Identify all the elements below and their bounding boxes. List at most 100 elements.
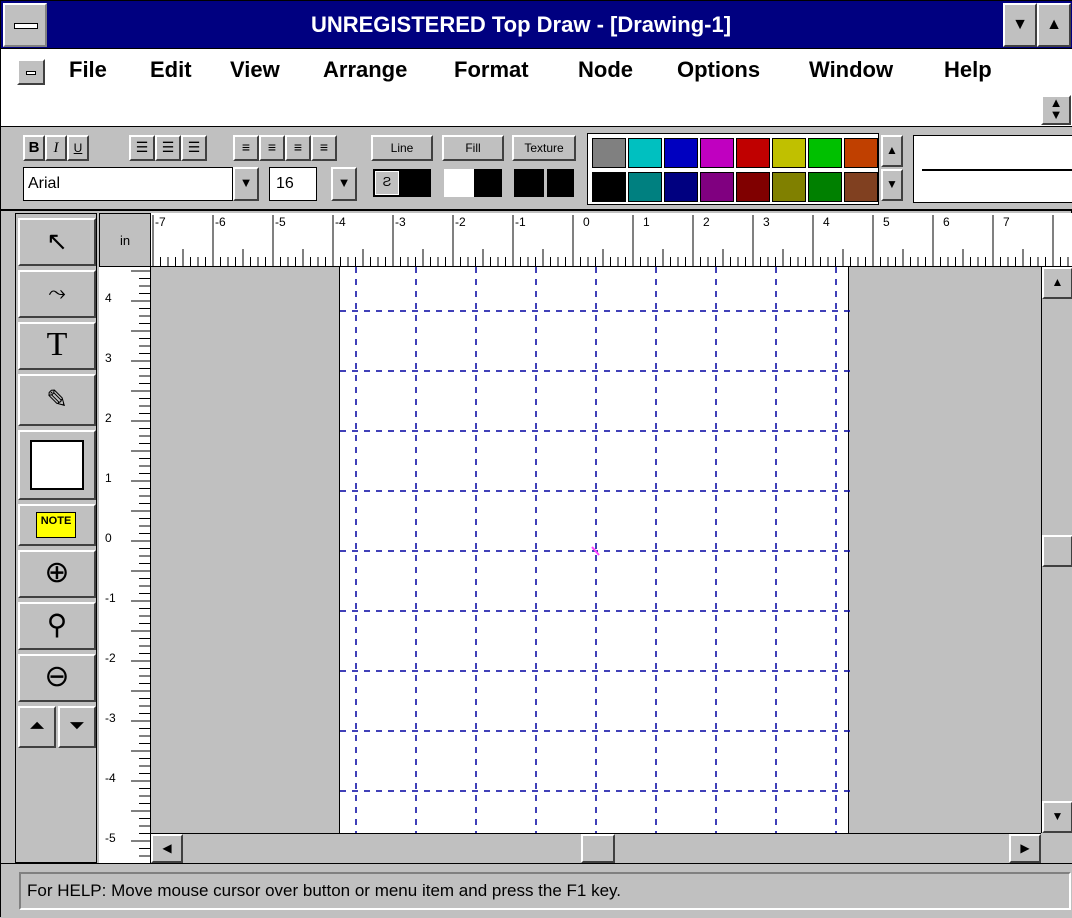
menu-arrange[interactable]: Arrange <box>323 57 407 83</box>
zoom-in-tool[interactable]: ⊕ <box>18 550 96 598</box>
palette-swatch[interactable] <box>628 172 662 202</box>
document-menu-button[interactable] <box>17 59 45 85</box>
text-tool[interactable]: T <box>18 322 96 370</box>
palette-scroll-down[interactable]: ▼ <box>881 169 903 201</box>
line-preview <box>913 135 1072 203</box>
font-size-field[interactable]: 16 <box>269 167 317 201</box>
maximize-button[interactable]: ▲ <box>1037 3 1071 47</box>
font-size-dropdown[interactable]: ▼ <box>331 167 357 201</box>
align-left-block-button[interactable]: ☰ <box>129 135 155 161</box>
menu-window[interactable]: Window <box>809 57 893 83</box>
scroll-right-button[interactable]: ▶ <box>1009 834 1041 863</box>
rectangle-icon <box>30 440 84 490</box>
ruler-label: 3 <box>763 215 770 229</box>
drawing-page[interactable] <box>339 267 850 833</box>
tool-palette: ↖ ⤳ T ✎ NOTE ⊕ ⚲ ⊖ ⏶ ⏷ <box>15 213 97 863</box>
texture-sample[interactable] <box>512 167 576 199</box>
zoom-out-tool[interactable]: ⊖ <box>18 654 96 702</box>
menu-scroll-spinner[interactable]: ▲ ▼ <box>1041 95 1071 125</box>
line-style-button[interactable]: Line <box>371 135 433 161</box>
palette-scroll-up[interactable]: ▲ <box>881 135 903 167</box>
align-center-block-button[interactable]: ☰ <box>155 135 181 161</box>
underline-button[interactable]: U <box>67 135 89 161</box>
freehand-tool[interactable]: ✎ <box>18 374 96 426</box>
horizontal-scrollbar[interactable]: ◀ ▶ <box>151 833 1041 863</box>
horizontal-scroll-thumb[interactable] <box>581 834 615 863</box>
ruler-label: -2 <box>455 215 466 229</box>
ruler-label: 4 <box>823 215 830 229</box>
palette-swatch[interactable] <box>664 172 698 202</box>
palette-swatch[interactable] <box>844 138 878 168</box>
vertical-scroll-thumb[interactable] <box>1042 535 1072 567</box>
scroll-up-button[interactable]: ▲ <box>1042 267 1072 299</box>
palette-swatch[interactable] <box>592 172 626 202</box>
scroll-left-button[interactable]: ◀ <box>151 834 183 863</box>
arrow-pointer-icon: ↖ <box>46 226 68 256</box>
bold-button[interactable]: B <box>23 135 45 161</box>
ruler-label: -4 <box>105 771 116 785</box>
send-back-icon: ⏷ <box>69 715 85 737</box>
text-justify-button[interactable]: ≡ <box>311 135 337 161</box>
zoom-in-icon: ⊕ <box>44 556 70 589</box>
page-grid <box>340 267 850 833</box>
menu-extension-row: ▲ ▼ <box>1 93 1072 127</box>
italic-button[interactable]: I <box>45 135 67 161</box>
ruler-label: 3 <box>105 351 112 365</box>
ruler-label: -5 <box>275 215 286 229</box>
ruler-label: 6 <box>943 215 950 229</box>
palette-swatch[interactable] <box>664 138 698 168</box>
minimize-button[interactable]: ▼ <box>1003 3 1037 47</box>
menu-help[interactable]: Help <box>944 57 992 83</box>
text-align-right-button[interactable]: ≡ <box>285 135 311 161</box>
palette-swatch[interactable] <box>844 172 878 202</box>
menu-file[interactable]: File <box>69 57 107 83</box>
texture-style-button[interactable]: Texture <box>512 135 576 161</box>
text-align-left-button[interactable]: ≡ <box>233 135 259 161</box>
scrollbar-corner <box>1041 833 1072 863</box>
palette-swatch[interactable] <box>736 172 770 202</box>
node-edit-icon: ⤳ <box>48 280 66 305</box>
menu-options[interactable]: Options <box>677 57 760 83</box>
menu-edit[interactable]: Edit <box>150 57 192 83</box>
palette-swatch[interactable] <box>772 138 806 168</box>
ruler-label: -1 <box>105 591 116 605</box>
shape-tool[interactable] <box>18 430 96 500</box>
text-align-center-button[interactable]: ≡ <box>259 135 285 161</box>
palette-swatch[interactable] <box>808 172 842 202</box>
palette-swatch[interactable] <box>628 138 662 168</box>
select-tool[interactable]: ↖ <box>18 218 96 266</box>
note-tool[interactable]: NOTE <box>18 504 96 546</box>
line-color-sample[interactable]: Ƨ <box>371 167 433 199</box>
system-menu-button[interactable] <box>3 3 47 47</box>
menu-format[interactable]: Format <box>454 57 529 83</box>
node-edit-tool[interactable]: ⤳ <box>18 270 96 318</box>
palette-swatch[interactable] <box>736 138 770 168</box>
palette-swatch[interactable] <box>772 172 806 202</box>
fill-style-button[interactable]: Fill <box>442 135 504 161</box>
palette-swatch[interactable] <box>700 172 734 202</box>
font-name-field[interactable]: Arial <box>23 167 233 201</box>
drawing-canvas[interactable] <box>151 267 1041 833</box>
ruler-label: 1 <box>643 215 650 229</box>
scroll-down-button[interactable]: ▼ <box>1042 801 1072 833</box>
ruler-unit-label: in <box>99 213 151 267</box>
status-text: For HELP: Move mouse cursor over button … <box>19 872 1071 910</box>
palette-swatch[interactable] <box>592 138 626 168</box>
send-to-back-tool[interactable]: ⏷ <box>58 706 96 748</box>
palette-swatch[interactable] <box>808 138 842 168</box>
zoom-fit-tool[interactable]: ⚲ <box>18 602 96 650</box>
ruler-label: -6 <box>215 215 226 229</box>
ruler-label: 1 <box>105 471 112 485</box>
palette-swatch[interactable] <box>700 138 734 168</box>
fill-color-sample[interactable] <box>442 167 504 199</box>
vertical-scrollbar[interactable]: ▲ ▼ <box>1041 267 1072 833</box>
menu-view[interactable]: View <box>230 57 280 83</box>
ruler-label: 7 <box>1003 215 1010 229</box>
align-right-block-button[interactable]: ☰ <box>181 135 207 161</box>
pencil-icon: ✎ <box>46 384 68 414</box>
font-name-dropdown[interactable]: ▼ <box>233 167 259 201</box>
horizontal-ruler-ticks <box>152 215 1069 266</box>
ruler-label: -5 <box>105 831 116 845</box>
bring-to-front-tool[interactable]: ⏶ <box>18 706 56 748</box>
menu-node[interactable]: Node <box>578 57 633 83</box>
